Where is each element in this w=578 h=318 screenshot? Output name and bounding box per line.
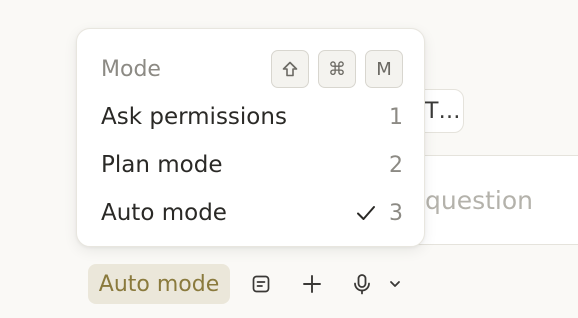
menu-item-label: Plan mode [101, 152, 223, 178]
mode-selector-button[interactable]: Auto mode [88, 264, 230, 304]
microphone-button[interactable] [346, 268, 378, 300]
command-key: ⌘ [318, 50, 356, 88]
microphone-icon [354, 274, 370, 295]
menu-item-label: Ask permissions [101, 104, 287, 130]
microphone-options-button[interactable] [381, 268, 409, 300]
background-chip-label: T… [425, 98, 461, 124]
shift-key-icon [271, 50, 309, 88]
mode-menu-title: Mode [101, 56, 161, 82]
add-button[interactable] [296, 268, 328, 300]
menu-item-shortcut: 1 [389, 104, 403, 130]
composer-area: T… question Mode ⌘ M Ask permissions 1 P… [0, 0, 578, 318]
checkmark-icon [357, 206, 375, 220]
mode-selector-label: Auto mode [98, 271, 220, 297]
plus-icon [303, 275, 321, 293]
mode-menu-header: Mode ⌘ M [101, 49, 403, 89]
menu-item-plan-mode[interactable]: Plan mode 2 [101, 145, 403, 185]
menu-item-shortcut: 2 [389, 152, 403, 178]
menu-item-label: Auto mode [101, 200, 227, 226]
menu-item-shortcut: 3 [389, 200, 403, 226]
shortcut-keys: ⌘ M [271, 50, 403, 88]
note-icon [252, 275, 270, 293]
note-button[interactable] [245, 268, 277, 300]
mode-menu: Mode ⌘ M Ask permissions 1 Plan mode 2 A… [76, 28, 425, 247]
menu-item-ask-permissions[interactable]: Ask permissions 1 [101, 97, 403, 137]
chevron-down-icon [390, 281, 400, 287]
message-input-placeholder: question [425, 186, 534, 215]
menu-item-auto-mode[interactable]: Auto mode 3 [101, 193, 403, 233]
m-key: M [365, 50, 403, 88]
